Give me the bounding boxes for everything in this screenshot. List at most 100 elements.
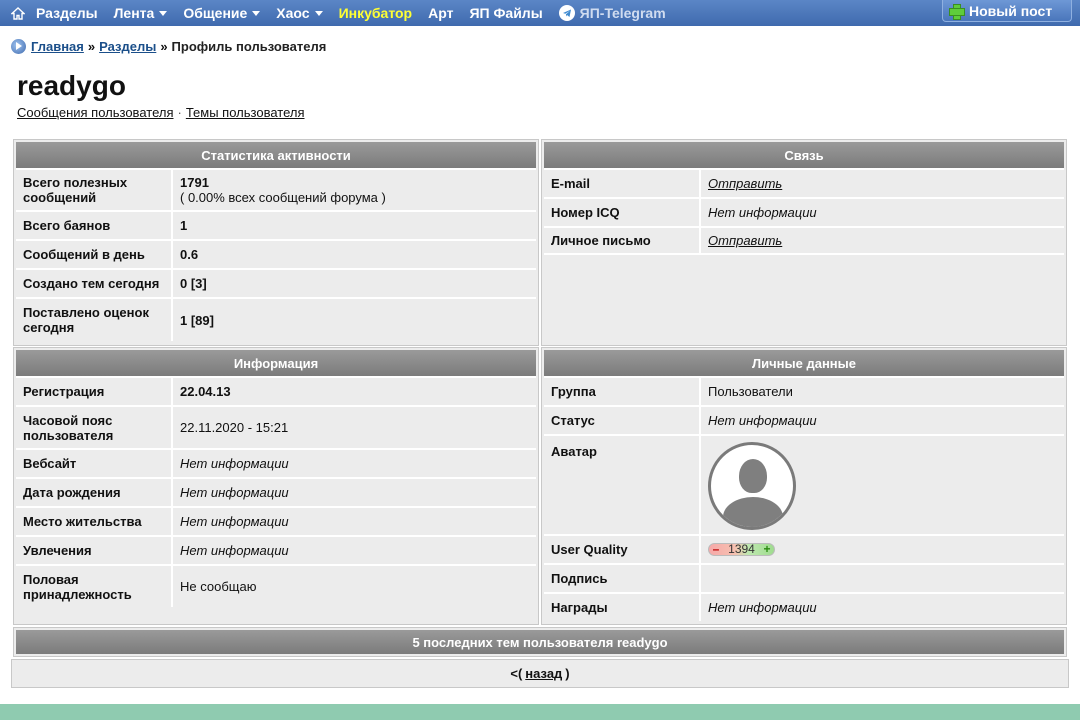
contact-label: E-mail xyxy=(544,170,701,197)
info-label: Увлечения xyxy=(16,537,173,564)
info-row: Половая принадлежность Не сообщаю xyxy=(16,564,536,607)
nav-item-6[interactable]: ЯП Файлы xyxy=(469,5,542,21)
footer-strip xyxy=(0,704,1080,720)
info-row: Место жительства Нет информации xyxy=(16,506,536,535)
telegram-icon xyxy=(558,5,575,21)
nav-item-0[interactable]: Разделы xyxy=(36,5,98,21)
avatar-cell xyxy=(701,436,1064,534)
personal-panel: Личные данные Группа Пользователи Статус… xyxy=(541,347,1067,625)
contact-label: Личное письмо xyxy=(544,228,701,253)
info-label: Вебсайт xyxy=(16,450,173,477)
contact-label: Номер ICQ xyxy=(544,199,701,226)
personal-row: Статус Нет информации xyxy=(544,405,1064,434)
contact-value: Нет информации xyxy=(708,205,817,220)
info-row: Увлечения Нет информации xyxy=(16,535,536,564)
nav-item-4[interactable]: Инкубатор xyxy=(339,5,413,21)
nav-item-5[interactable]: Арт xyxy=(428,5,453,21)
signature-label: Подпись xyxy=(544,565,701,592)
user-quality-cell: – 1394 + xyxy=(701,536,1064,563)
nav-item-label: Хаос xyxy=(276,5,310,21)
breadcrumb-separator: » xyxy=(87,39,96,54)
info-panel-title: Информация xyxy=(16,350,536,376)
user-quality-value: 1394 xyxy=(728,543,755,556)
user-quality-label: User Quality xyxy=(544,536,701,563)
status-value: Нет информации xyxy=(708,413,817,428)
contact-value: Отправить xyxy=(701,170,1064,197)
group-label: Группа xyxy=(544,378,701,405)
new-post-button[interactable]: Новый пост xyxy=(942,0,1072,22)
info-label: Половая принадлежность xyxy=(16,566,173,607)
user-links: Сообщения пользователя · Темы пользователя xyxy=(17,105,305,120)
nav-item-3[interactable]: Хаос xyxy=(276,5,323,21)
username-title: readygo xyxy=(17,70,126,101)
stat-row: Создано тем сегодня 0 [3] xyxy=(16,268,536,297)
personal-row: Группа Пользователи xyxy=(544,376,1064,405)
vote-down-button[interactable]: – xyxy=(709,544,723,555)
back-bar: <( назад ) xyxy=(11,659,1069,688)
stat-row: Всего полезных сообщений 1791 ( 0.00% вс… xyxy=(16,168,536,210)
contact-value: Отправить xyxy=(701,228,1064,253)
info-value: Не сообщаю xyxy=(180,579,257,594)
contact-panel: Связь E-mail Отправить Номер ICQ Нет инф… xyxy=(541,139,1067,346)
back-suffix: ) xyxy=(565,666,570,681)
chevron-down-icon xyxy=(159,10,168,16)
contact-row: E-mail Отправить xyxy=(544,168,1064,197)
stat-value: 1791 ( 0.00% всех сообщений форума ) xyxy=(173,170,536,210)
awards-label: Награды xyxy=(544,594,701,621)
activity-panel: Статистика активности Всего полезных соо… xyxy=(13,139,539,346)
info-value: Нет информации xyxy=(180,485,289,500)
nav-item-telegram[interactable]: ЯП-Telegram xyxy=(558,5,666,21)
info-value: 22.11.2020 - 15:21 xyxy=(180,420,289,435)
chevron-down-icon xyxy=(252,10,261,16)
avatar-head-shape xyxy=(739,459,767,493)
home-icon[interactable] xyxy=(0,6,36,20)
personal-row: Подпись xyxy=(544,563,1064,592)
vote-up-button[interactable]: + xyxy=(760,544,774,555)
stat-value: 1 [89] xyxy=(180,312,214,328)
breadcrumb-sections[interactable]: Разделы xyxy=(99,39,156,54)
info-value: 22.04.13 xyxy=(180,384,231,399)
stat-value-note: ( 0.00% всех сообщений форума ) xyxy=(180,190,386,205)
user-topics-link[interactable]: Темы пользователя xyxy=(186,105,305,120)
contact-panel-title: Связь xyxy=(544,142,1064,168)
contact-row: Личное письмо Отправить xyxy=(544,226,1064,255)
stat-label: Всего баянов xyxy=(16,212,173,239)
nav-item-label: Лента xyxy=(113,5,155,21)
awards-value: Нет информации xyxy=(708,600,817,615)
info-row: Дата рождения Нет информации xyxy=(16,477,536,506)
group-value: Пользователи xyxy=(708,384,793,399)
nav-item-label: Инкубатор xyxy=(338,5,413,21)
info-value: Нет информации xyxy=(180,514,289,529)
avatar xyxy=(708,442,796,530)
contact-row: Номер ICQ Нет информации xyxy=(544,197,1064,226)
email-send-link[interactable]: Отправить xyxy=(708,176,1057,191)
info-label: Часовой пояс пользователя xyxy=(16,407,173,448)
personal-row: User Quality – 1394 + xyxy=(544,534,1064,563)
nav-item-telegram-label: ЯП-Telegram xyxy=(579,5,666,21)
info-label: Дата рождения xyxy=(16,479,173,506)
nav-item-label: Общение xyxy=(183,5,248,21)
user-quality-widget: – 1394 + xyxy=(708,543,775,556)
user-posts-link[interactable]: Сообщения пользователя xyxy=(17,105,174,120)
nav-item-2[interactable]: Общение xyxy=(183,5,261,21)
info-row: Регистрация 22.04.13 xyxy=(16,376,536,405)
stat-value: 0.6 xyxy=(180,247,199,262)
recent-topics-title: 5 последних тем пользователя readygo xyxy=(16,630,1064,654)
signature-value xyxy=(701,565,1064,592)
play-icon xyxy=(11,39,26,54)
nav-item-label: Разделы xyxy=(36,5,98,21)
breadcrumb-home[interactable]: Главная xyxy=(31,39,84,54)
info-row: Часовой пояс пользователя 22.11.2020 - 15… xyxy=(16,405,536,448)
nav-item-1[interactable]: Лента xyxy=(114,5,168,21)
pm-send-link[interactable]: Отправить xyxy=(708,233,1057,248)
back-prefix: <( xyxy=(510,666,523,681)
back-link[interactable]: назад xyxy=(525,666,562,681)
stat-value: 0 [3] xyxy=(180,276,207,291)
status-label: Статус xyxy=(544,407,701,434)
stat-value-main: 1791 xyxy=(180,175,209,190)
personal-row: Награды Нет информации xyxy=(544,592,1064,621)
stat-row: Поставлено оценок сегодня 1 [89] xyxy=(16,297,536,341)
nav-item-label: ЯП Файлы xyxy=(469,5,543,21)
stat-label: Сообщений в день xyxy=(16,241,173,268)
top-navigation: Разделы Лента Общение Хаос Инкубатор Арт ЯП Фа… xyxy=(0,0,1080,26)
